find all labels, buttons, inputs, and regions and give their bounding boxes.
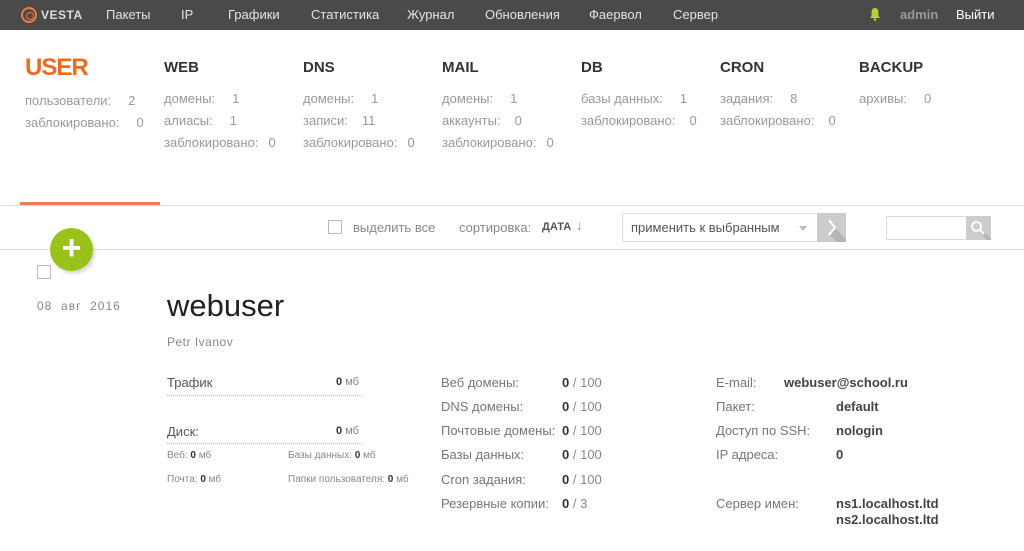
stat-row: заблокировано: 0 <box>720 113 836 128</box>
stat-user-title: USER <box>25 54 89 81</box>
ip-value: 0 <box>836 447 844 462</box>
stat-row: алиасы: 1 <box>164 113 237 128</box>
limit-value: 0 / 100 <box>562 399 602 414</box>
row-checkbox[interactable] <box>37 265 51 279</box>
disk-bar <box>167 443 362 444</box>
search-icon <box>971 221 991 240</box>
limit-value: 0 / 3 <box>562 496 588 511</box>
traffic-label: Трафик <box>167 375 213 390</box>
stat-web-title: WEB <box>164 59 199 76</box>
nav-statistics[interactable]: Статистика <box>311 7 379 22</box>
limit-label: Резервные копии: <box>441 496 549 511</box>
divider <box>0 249 1024 250</box>
traffic-value: 0 мб <box>336 376 359 388</box>
search-button[interactable] <box>966 216 991 240</box>
nameserver-label: Сервер имен: <box>716 496 799 511</box>
nav-log[interactable]: Журнал <box>407 7 454 22</box>
sort-arrow-icon[interactable]: ↓ <box>576 217 583 233</box>
stat-row: домены: 1 <box>303 91 379 106</box>
stat-web[interactable]: WEB домены: 1 алиасы: 1 заблокировано: 0 <box>164 55 276 150</box>
email-label: E-mail: <box>716 375 757 390</box>
sort-label[interactable]: сортировка: <box>459 220 531 235</box>
package-value: default <box>836 399 879 414</box>
limit-label: Веб домены: <box>441 375 519 390</box>
apply-button[interactable] <box>817 213 846 242</box>
package-label: Пакет: <box>716 399 755 414</box>
stat-row: пользователи: 2 <box>25 93 136 108</box>
stat-row: базы данных: 1 <box>581 91 688 106</box>
disk-web: Веб: 0 мб <box>167 450 212 461</box>
select-all-label[interactable]: выделить все <box>353 220 435 235</box>
nav-ip[interactable]: IP <box>181 7 193 22</box>
stat-row: заблокировано: 0 <box>581 113 697 128</box>
select-all-checkbox[interactable] <box>328 220 342 234</box>
bulk-action-placeholder: применить к выбранным <box>631 220 780 235</box>
top-navbar: VESTA Пакеты IP Графики Статистика Журна… <box>0 0 1024 30</box>
disk-value: 0 мб <box>336 425 359 437</box>
ip-label: IP адреса: <box>716 447 779 462</box>
stat-row: архивы: 0 <box>859 91 932 106</box>
email-value: webuser@school.ru <box>784 375 908 390</box>
limit-label: Cron задания: <box>441 472 526 487</box>
divider <box>0 205 1024 206</box>
stat-row: задания: 8 <box>720 91 798 106</box>
traffic-bar <box>167 395 362 396</box>
stat-row: заблокировано: 0 <box>25 115 144 130</box>
stat-mail-title: MAIL <box>442 59 479 76</box>
stat-row: заблокировано: 0 <box>442 135 554 150</box>
stat-row: заблокировано: 0 <box>303 135 415 150</box>
nav-updates[interactable]: Обновления <box>485 7 560 22</box>
stat-row: аккаунты: 0 <box>442 113 522 128</box>
stat-mail[interactable]: MAIL домены: 1 аккаунты: 0 заблокировано: 0 <box>442 55 554 150</box>
nav-packages[interactable]: Пакеты <box>106 7 151 22</box>
stat-row: домены: 1 <box>164 91 240 106</box>
limit-value: 0 / 100 <box>562 447 602 462</box>
nameserver-1: ns1.localhost.ltd <box>836 496 939 511</box>
vesta-logo-icon <box>21 7 37 23</box>
limit-label: Базы данных: <box>441 447 525 462</box>
nav-firewall[interactable]: Фаервол <box>589 7 642 22</box>
stat-cron[interactable]: CRON задания: 8 заблокировано: 0 <box>720 55 836 128</box>
stat-row: записи: 11 <box>303 113 376 128</box>
limit-label: DNS домены: <box>441 399 524 414</box>
logo-text: VESTA <box>41 8 83 22</box>
stat-dns[interactable]: DNS домены: 1 записи: 11 заблокировано: 0 <box>303 55 415 150</box>
stat-backup[interactable]: BACKUP архивы: 0 <box>859 55 931 106</box>
vesta-logo[interactable]: VESTA <box>21 5 83 25</box>
stat-backup-title: BACKUP <box>859 59 924 76</box>
limit-value: 0 / 100 <box>562 375 602 390</box>
stat-db[interactable]: DB базы данных: 1 заблокировано: 0 <box>581 55 697 128</box>
stat-dns-title: DNS <box>303 59 335 76</box>
ssh-label: Доступ по SSH: <box>716 423 811 438</box>
disk-db: Базы данных: 0 мб <box>288 450 376 461</box>
user-link[interactable]: admin <box>900 7 938 22</box>
chevron-down-icon <box>799 226 807 231</box>
limit-value: 0 / 100 <box>562 472 602 487</box>
sort-value[interactable]: ДАТА <box>542 221 571 233</box>
limit-value: 0 / 100 <box>562 423 602 438</box>
nameserver-2: ns2.localhost.ltd <box>836 512 939 527</box>
bulk-action-select[interactable]: применить к выбранным <box>622 213 818 242</box>
stat-user[interactable]: USER пользователи: 2 заблокировано: 0 <box>25 54 144 131</box>
disk-user-dirs: Папки пользователя: 0 мб <box>288 474 409 485</box>
nav-server[interactable]: Сервер <box>673 7 718 22</box>
ssh-value: nologin <box>836 423 883 438</box>
logout-link[interactable]: Выйти <box>956 7 995 22</box>
limit-label: Почтовые домены: <box>441 423 556 438</box>
bell-icon[interactable] <box>869 7 881 21</box>
disk-mail: Почта: 0 мб <box>167 474 222 485</box>
stat-db-title: DB <box>581 59 603 76</box>
disk-label: Диск: <box>167 424 199 439</box>
stat-cron-title: CRON <box>720 59 765 76</box>
created-date: 08 авг 2016 <box>37 299 121 313</box>
chevron-right-icon <box>828 219 846 242</box>
search-input[interactable] <box>886 216 967 240</box>
stat-row: домены: 1 <box>442 91 518 106</box>
user-fullname: Petr Ivanov <box>167 335 234 349</box>
stat-row: заблокировано: 0 <box>164 135 276 150</box>
nav-graphs[interactable]: Графики <box>228 7 280 22</box>
add-user-button[interactable]: + <box>50 228 93 271</box>
username: webuser <box>167 288 285 323</box>
